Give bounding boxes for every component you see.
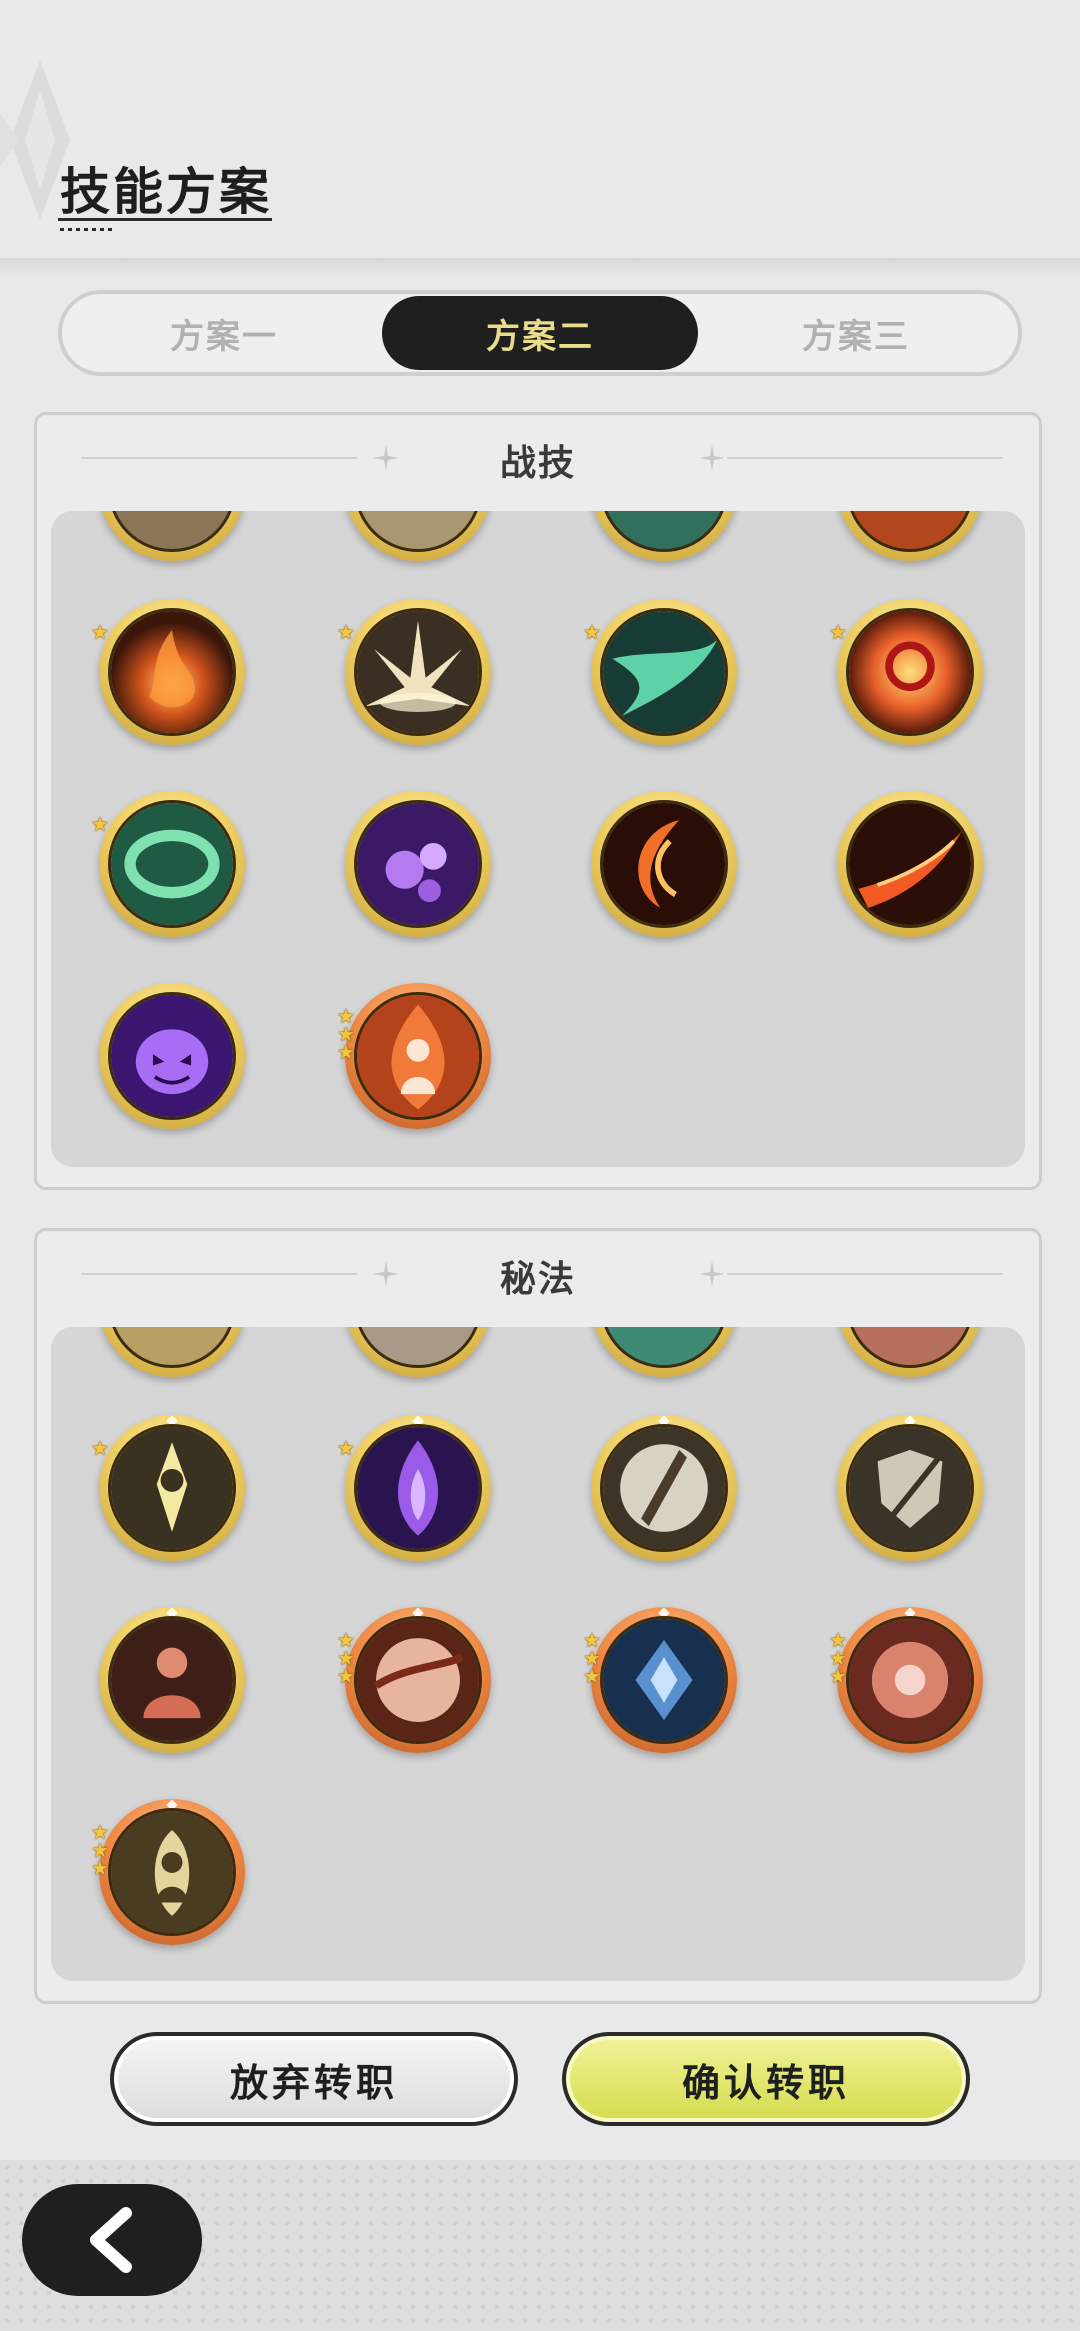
rose-purple-icon — [354, 800, 482, 928]
violet-flame-icon — [354, 1424, 482, 1552]
skill-frost-crest[interactable]: ★ ★ ★ — [583, 1607, 737, 1753]
fire-crescent-icon — [600, 800, 728, 928]
rank-stars: ★ — [337, 620, 355, 644]
rank-stars: ★ ★ ★ — [337, 1004, 355, 1064]
fire-seal-icon — [846, 608, 974, 736]
light-blade-icon — [600, 1424, 728, 1552]
sparkle-icon — [699, 445, 725, 471]
skill-fire-streak[interactable] — [837, 791, 983, 937]
skill-wind-slash[interactable]: ★ — [583, 599, 737, 745]
combat-skill-grid[interactable]: ★ ★ ★ ★ ★ ★ ★ ★ — [51, 511, 1025, 1167]
rank-stars: ★ — [337, 1436, 355, 1460]
skill-partial-3[interactable] — [591, 1327, 737, 1377]
sparkle-icon — [373, 445, 399, 471]
fire-swirl-icon — [108, 608, 236, 736]
skill-partial-2[interactable] — [345, 511, 491, 561]
abandon-class-change-button[interactable]: 放弃转职 — [110, 2032, 518, 2126]
skill-partial-2[interactable] — [345, 1327, 491, 1377]
flame-figure-icon — [354, 992, 482, 1120]
panel-title: 战技 — [499, 443, 576, 484]
skill-light-blade[interactable] — [591, 1415, 737, 1561]
light-burst-icon — [354, 608, 482, 736]
tab-plan-1[interactable]: 方案一 — [66, 296, 382, 370]
rank-stars: ★ ★ ★ — [583, 1628, 601, 1688]
skill-shield-strike[interactable] — [837, 1415, 983, 1561]
confirm-class-change-button[interactable]: 确认转职 — [562, 2032, 970, 2126]
frost-crest-icon — [600, 1616, 728, 1744]
panel-header: 战技 — [37, 415, 1039, 505]
skill-partial-1[interactable] — [99, 1327, 245, 1377]
page-title: 技能方案 — [60, 163, 272, 221]
arcane-skill-grid[interactable]: ★ ★ ★ ★ ★ ★ ★ ★ ★ ★ ★ ★ ★ ★ — [51, 1327, 1025, 1981]
skill-fire-crescent[interactable] — [591, 791, 737, 937]
tab-plan-2[interactable]: 方案二 — [382, 296, 698, 370]
combat-skills-panel: 战技 ★ ★ ★ ★ ★ ★ ★ ★ — [34, 412, 1042, 1190]
guardian-figure-icon — [108, 1808, 236, 1936]
title-underline — [58, 218, 276, 231]
skill-partial-4[interactable] — [837, 511, 983, 561]
skill-light-burst[interactable]: ★ — [337, 599, 491, 745]
rank-stars: ★ ★ ★ — [91, 1820, 109, 1880]
sparkle-icon — [373, 1261, 399, 1287]
rank-stars: ★ — [91, 812, 109, 836]
skill-partial-1[interactable] — [99, 511, 245, 561]
blossom-icon — [846, 1616, 974, 1744]
rank-stars: ★ ★ ★ — [337, 1628, 355, 1688]
rank-stars: ★ ★ ★ — [829, 1628, 847, 1688]
skill-fire-seal[interactable]: ★ — [829, 599, 983, 745]
back-arrow-icon — [90, 2207, 132, 2273]
arcane-skills-panel: 秘法 ★ ★ ★ ★ ★ ★ ★ ★ ★ ★ ★ ★ ★ ★ — [34, 1228, 1042, 2004]
rank-stars: ★ — [91, 1436, 109, 1460]
skill-armor-bust[interactable] — [99, 1607, 245, 1753]
skill-crimson-cut[interactable]: ★ ★ ★ — [337, 1607, 491, 1753]
skill-guardian-figure[interactable]: ★ ★ ★ — [91, 1799, 245, 1945]
tab-plan-3[interactable]: 方案三 — [698, 296, 1014, 370]
crimson-cut-icon — [354, 1616, 482, 1744]
skill-violet-flame[interactable]: ★ — [337, 1415, 491, 1561]
skill-fire-swirl[interactable]: ★ — [91, 599, 245, 745]
skill-jade-ring[interactable]: ★ — [91, 791, 245, 937]
skill-shadow-spirit[interactable] — [99, 983, 245, 1129]
fire-streak-icon — [846, 800, 974, 928]
skill-partial-4[interactable] — [837, 1327, 983, 1377]
shadow-spirit-icon — [108, 992, 236, 1120]
rank-stars: ★ — [583, 620, 601, 644]
panel-title: 秘法 — [499, 1259, 576, 1300]
rank-stars: ★ — [829, 620, 847, 644]
skill-rose-purple[interactable] — [345, 791, 491, 937]
golden-aura-icon — [108, 1424, 236, 1552]
armor-bust-icon — [108, 1616, 236, 1744]
wind-slash-icon — [600, 608, 728, 736]
skill-flame-figure[interactable]: ★ ★ ★ — [337, 983, 491, 1129]
header-divider — [0, 258, 1080, 276]
jade-ring-icon — [108, 800, 236, 928]
shield-strike-icon — [846, 1424, 974, 1552]
plan-tabs: 方案一 方案二 方案三 — [58, 290, 1022, 376]
panel-header: 秘法 — [37, 1231, 1039, 1321]
skill-blossom[interactable]: ★ ★ ★ — [829, 1607, 983, 1753]
skill-golden-aura[interactable]: ★ — [91, 1415, 245, 1561]
back-button[interactable] — [22, 2184, 202, 2296]
sparkle-icon — [699, 1261, 725, 1287]
skill-partial-3[interactable] — [591, 511, 737, 561]
rank-stars: ★ — [91, 620, 109, 644]
